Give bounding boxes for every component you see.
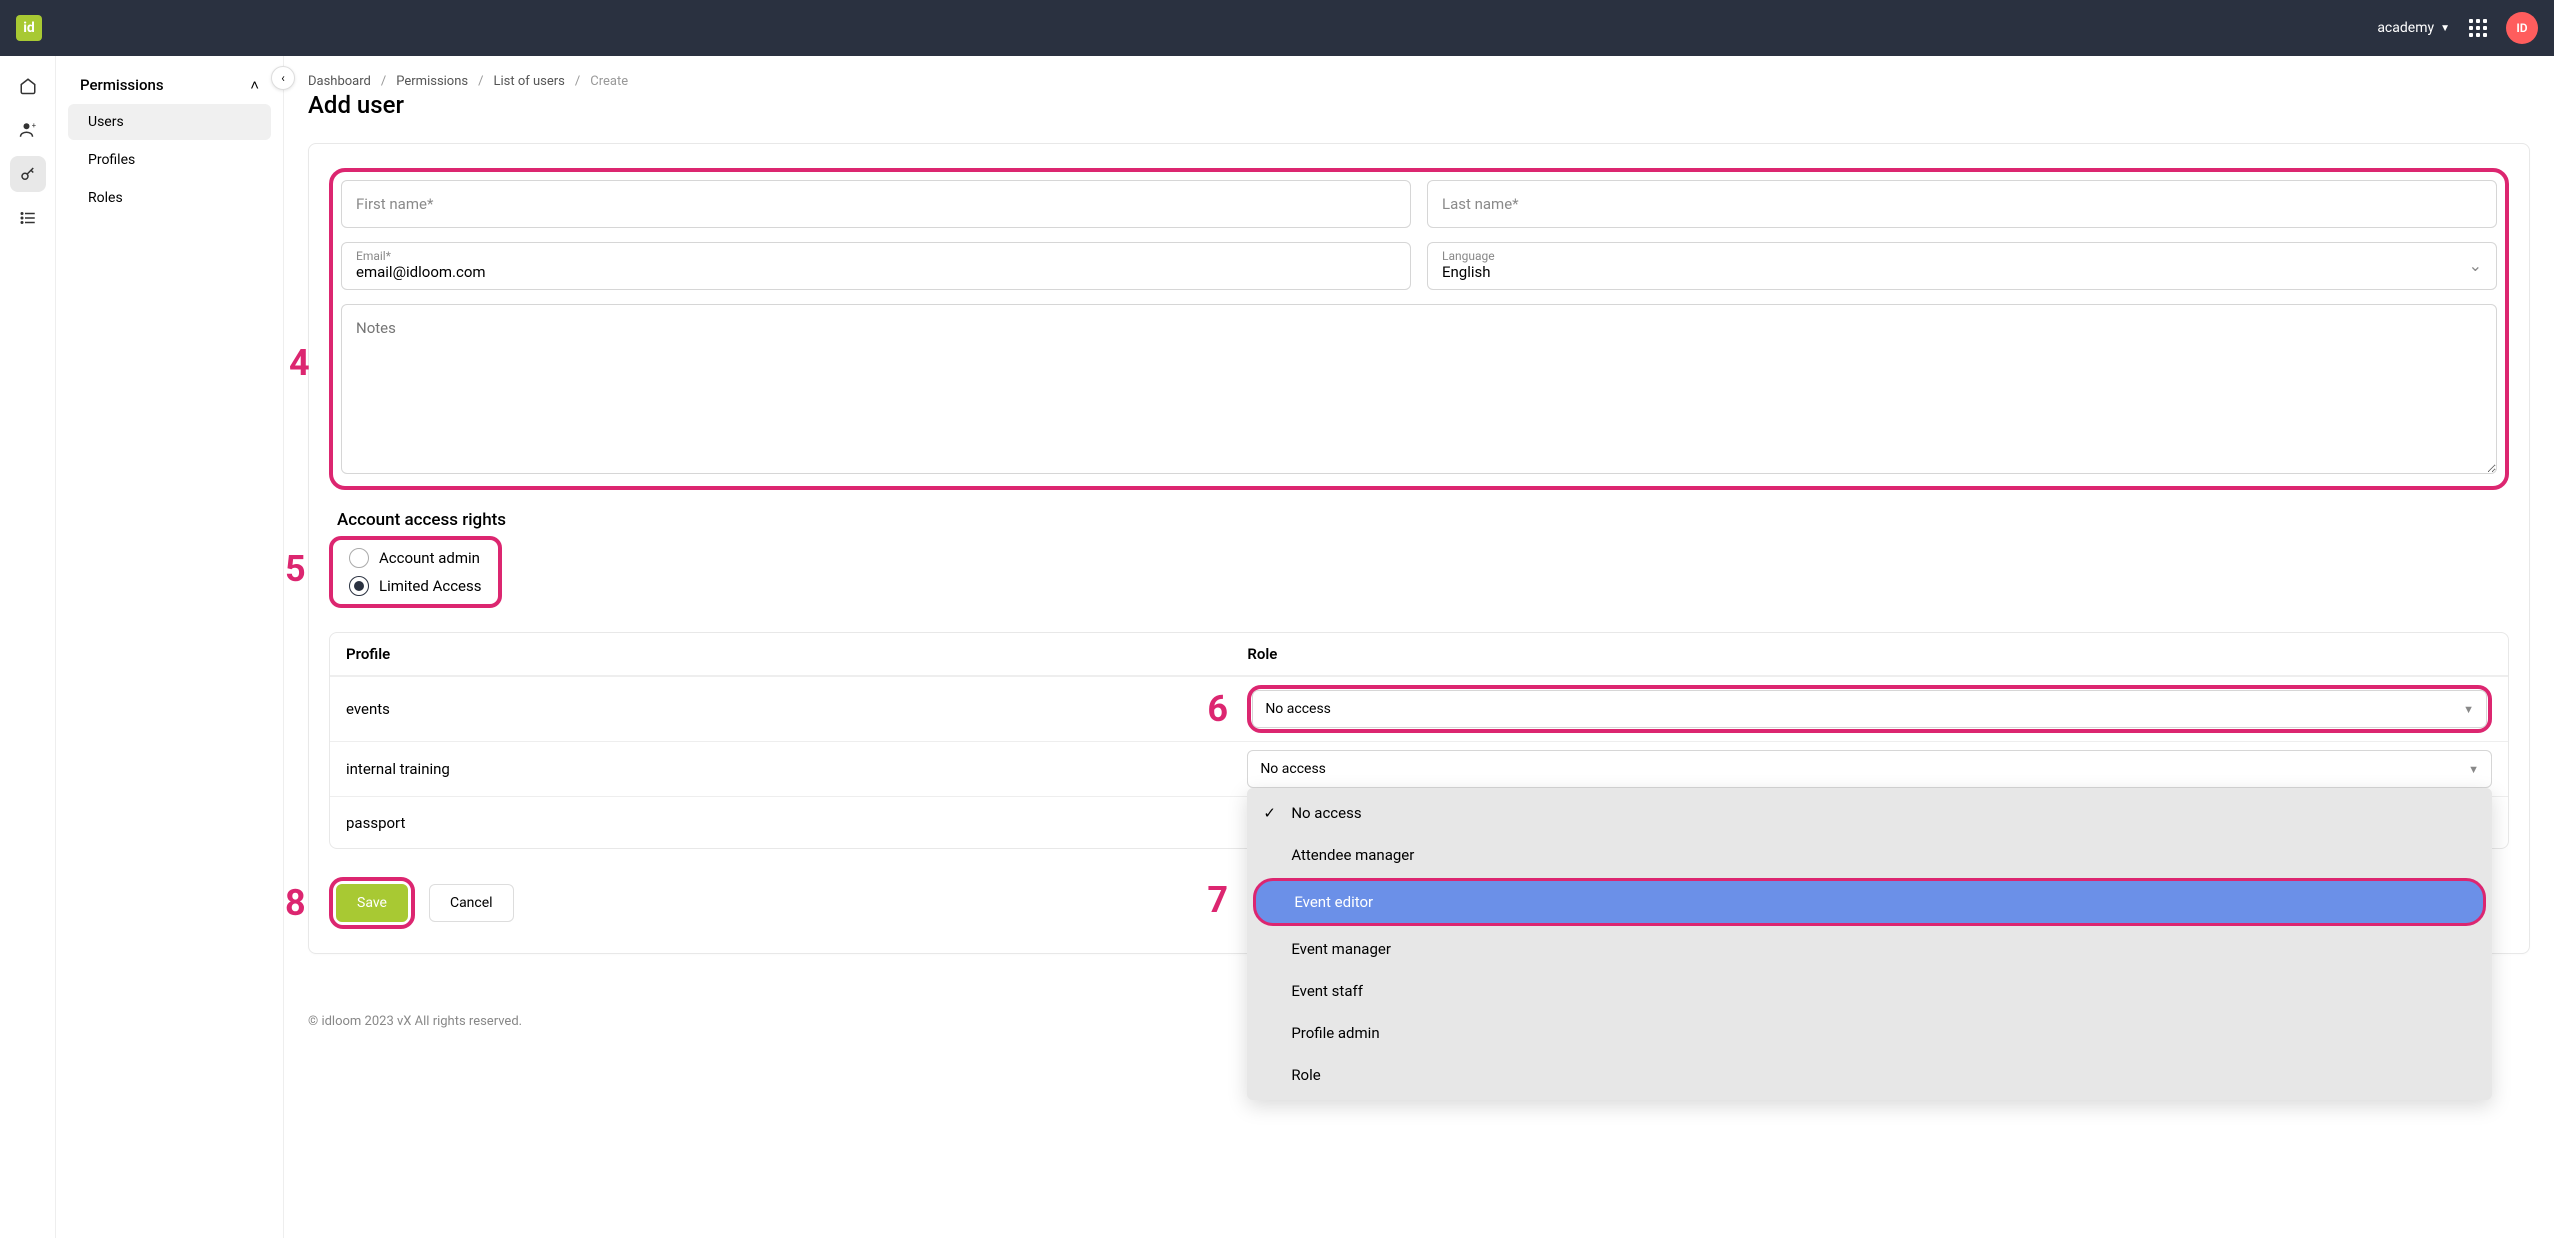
form-card: 4 Email* email@idloom.com Language Engli… — [308, 143, 2530, 954]
sidebar-item-roles[interactable]: Roles — [68, 180, 271, 216]
annotation-5-label: 5 — [285, 548, 306, 590]
left-rail: + — [0, 56, 56, 1238]
apps-grid-icon[interactable] — [2466, 16, 2490, 40]
dropdown-item-label: Event staff — [1291, 982, 1363, 1000]
role-select-events[interactable]: No access ▼ — [1252, 690, 2487, 728]
table-cell-profile: internal training — [346, 760, 1247, 778]
language-select[interactable]: Language English ⌄ — [1427, 242, 2497, 290]
dropdown-item-label: Profile admin — [1291, 1024, 1379, 1042]
sidebar-item-users[interactable]: Users — [68, 104, 271, 140]
radio-unchecked-icon — [349, 548, 369, 568]
annotation-8-label: 8 — [285, 882, 306, 924]
radio-limited-access-label: Limited Access — [379, 577, 482, 595]
sidebar-item-profiles[interactable]: Profiles — [68, 142, 271, 178]
dropdown-item-label: Attendee manager — [1291, 846, 1414, 864]
email-label: Email* — [356, 249, 1396, 263]
breadcrumb: Dashboard/ Permissions/ List of users/ C… — [308, 74, 2530, 89]
chevron-down-icon: ⌄ — [2469, 256, 2482, 275]
logo[interactable]: id — [16, 15, 42, 41]
dropdown-item-attendee-manager[interactable]: Attendee manager — [1247, 834, 2492, 876]
sidebar-title: Permissions — [80, 76, 164, 94]
access-rights-radio-group: Account admin Limited Access — [329, 536, 502, 608]
dropdown-item-event-manager[interactable]: Event manager — [1247, 928, 2492, 970]
table-cell-profile: passport — [346, 814, 1247, 832]
dropdown-item-event-editor[interactable]: Event editor — [1253, 878, 2486, 926]
sidebar-section-header[interactable]: Permissions ˄ — [68, 68, 271, 102]
radio-checked-icon — [349, 576, 369, 596]
table-header-profile: Profile — [346, 645, 1247, 663]
annotated-form-block: 4 Email* email@idloom.com Language Engli… — [329, 168, 2509, 490]
profile-role-table: Profile Role events 6 No access ▼ intern… — [329, 632, 2509, 849]
dropdown-item-event-staff[interactable]: Event staff — [1247, 970, 2492, 1012]
annotation-6-label: 6 — [1207, 688, 1228, 730]
chevron-up-icon: ˄ — [250, 76, 259, 94]
sidebar: ‹ Permissions ˄ Users Profiles Roles — [56, 56, 284, 1238]
radio-account-admin[interactable]: Account admin — [341, 544, 490, 572]
save-button[interactable]: Save — [336, 884, 408, 922]
access-rights-title: Account access rights — [337, 510, 2509, 530]
role-select-value: No access — [1265, 701, 1331, 717]
breadcrumb-permissions[interactable]: Permissions — [396, 74, 468, 89]
breadcrumb-create: Create — [590, 74, 628, 89]
user-icon[interactable]: + — [10, 112, 46, 148]
collapse-sidebar-button[interactable]: ‹ — [271, 66, 295, 90]
breadcrumb-dashboard[interactable]: Dashboard — [308, 74, 371, 89]
dropdown-item-label: Role — [1291, 1066, 1320, 1084]
key-icon[interactable] — [10, 156, 46, 192]
role-select-internal-training[interactable]: No access ▼ — [1247, 750, 2492, 788]
role-dropdown: 7 ✓ No access Attendee manager Event edi… — [1247, 788, 2492, 1100]
page-title: Add user — [308, 91, 2530, 119]
home-icon[interactable] — [10, 68, 46, 104]
main-content: Dashboard/ Permissions/ List of users/ C… — [284, 56, 2554, 1069]
first-name-input[interactable] — [341, 180, 1411, 228]
email-value: email@idloom.com — [356, 263, 1396, 281]
role-select-value: No access — [1260, 761, 1326, 777]
dropdown-item-label: Event editor — [1294, 893, 1373, 911]
caret-down-icon: ▼ — [2463, 703, 2474, 716]
language-label: Language — [1442, 249, 1495, 263]
annotation-4-label: 4 — [289, 342, 310, 384]
notes-textarea[interactable] — [341, 304, 2497, 474]
email-field[interactable]: Email* email@idloom.com — [341, 242, 1411, 290]
radio-limited-access[interactable]: Limited Access — [341, 572, 490, 600]
language-value: English — [1442, 263, 1495, 281]
cancel-button[interactable]: Cancel — [429, 884, 514, 922]
annotation-7-label: 7 — [1207, 879, 1228, 921]
dropdown-item-label: No access — [1291, 804, 1361, 822]
breadcrumb-list-of-users[interactable]: List of users — [494, 74, 565, 89]
table-cell-profile: events — [346, 700, 1247, 718]
list-icon[interactable] — [10, 200, 46, 236]
chevron-down-icon: ▼ — [2440, 23, 2450, 34]
top-navbar: id academy ▼ ID — [0, 0, 2554, 56]
dropdown-item-role[interactable]: Role — [1247, 1054, 2492, 1096]
avatar[interactable]: ID — [2506, 12, 2538, 44]
caret-down-icon: ▼ — [2468, 763, 2479, 776]
svg-text:+: + — [31, 121, 35, 130]
table-header-role: Role — [1247, 645, 2492, 663]
account-menu[interactable]: academy ▼ — [2377, 20, 2450, 36]
radio-account-admin-label: Account admin — [379, 549, 480, 567]
dropdown-item-profile-admin[interactable]: Profile admin — [1247, 1012, 2492, 1054]
last-name-input[interactable] — [1427, 180, 2497, 228]
check-icon: ✓ — [1263, 804, 1276, 822]
account-label: academy — [2377, 20, 2434, 36]
dropdown-item-no-access[interactable]: ✓ No access — [1247, 792, 2492, 834]
dropdown-item-label: Event manager — [1291, 940, 1391, 958]
